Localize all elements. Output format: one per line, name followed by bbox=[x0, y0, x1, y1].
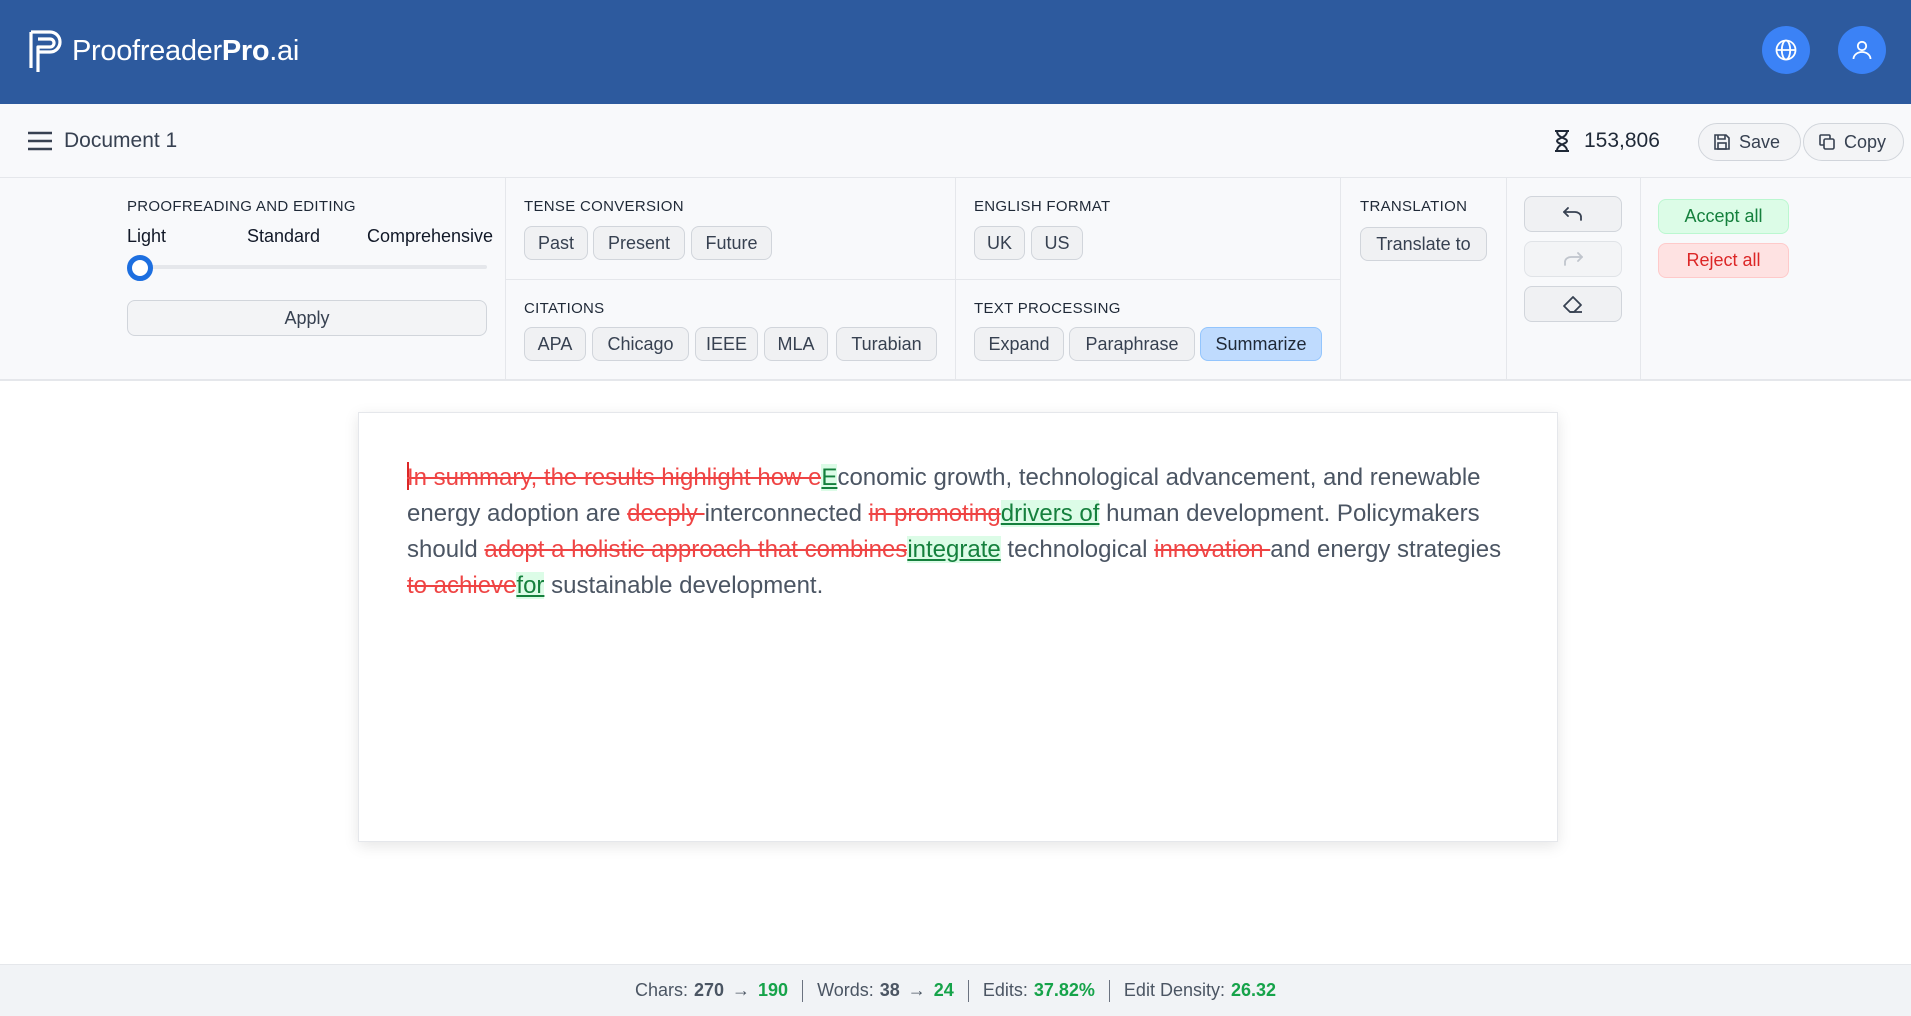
tense-past[interactable]: Past bbox=[524, 226, 588, 260]
account-button[interactable] bbox=[1838, 26, 1886, 74]
divider bbox=[506, 279, 1340, 280]
divider bbox=[1340, 178, 1341, 381]
document-editor[interactable]: In summary, the results highlight how eE… bbox=[407, 460, 1507, 604]
copy-button[interactable]: Copy bbox=[1803, 123, 1904, 161]
undo-button[interactable] bbox=[1524, 196, 1622, 232]
tense-present[interactable]: Present bbox=[593, 226, 685, 260]
apply-button[interactable]: Apply bbox=[127, 300, 487, 336]
insertion[interactable]: integrate bbox=[907, 536, 1001, 563]
redo-icon bbox=[1564, 252, 1583, 266]
user-icon bbox=[1852, 40, 1872, 60]
edits-stat: Edits: 37.82% bbox=[982, 980, 1095, 1000]
credits-value: 153,806 bbox=[1584, 129, 1660, 152]
document-title[interactable]: Document 1 bbox=[64, 129, 177, 153]
citation-mla[interactable]: MLA bbox=[764, 327, 828, 361]
logo[interactable]: ProofreaderPro.ai bbox=[28, 28, 299, 74]
credits-counter: 153,806 bbox=[1554, 129, 1660, 153]
top-header: ProofreaderPro.ai bbox=[0, 0, 1911, 104]
insertion[interactable]: drivers of bbox=[1000, 500, 1100, 527]
tense-future[interactable]: Future bbox=[691, 226, 772, 260]
globe-icon bbox=[1775, 39, 1797, 61]
level-slider-track[interactable] bbox=[140, 265, 487, 269]
level-standard[interactable]: Standard bbox=[247, 226, 320, 247]
insertion[interactable]: for bbox=[516, 572, 545, 599]
brand-name: ProofreaderPro.ai bbox=[72, 34, 300, 67]
hourglass-icon bbox=[1555, 130, 1569, 152]
save-icon bbox=[1714, 134, 1730, 150]
translation-title: TRANSLATION bbox=[1360, 198, 1468, 215]
citations-title: CITATIONS bbox=[524, 300, 605, 317]
processing-summarize[interactable]: Summarize bbox=[1200, 327, 1322, 361]
eraser-icon bbox=[1563, 296, 1582, 313]
proofreading-title: PROOFREADING AND EDITING bbox=[127, 198, 356, 215]
deletion[interactable]: to achieve bbox=[407, 572, 516, 599]
processing-expand[interactable]: Expand bbox=[974, 327, 1064, 361]
language-button[interactable] bbox=[1762, 26, 1810, 74]
accept-all-button[interactable]: Accept all bbox=[1658, 199, 1789, 234]
citation-apa[interactable]: APA bbox=[524, 327, 586, 361]
arrow-right-icon: → bbox=[732, 980, 751, 1000]
translate-to-button[interactable]: Translate to bbox=[1360, 227, 1487, 261]
text-processing-title: TEXT PROCESSING bbox=[974, 300, 1121, 317]
level-light[interactable]: Light bbox=[127, 226, 166, 247]
document-card: In summary, the results highlight how eE… bbox=[358, 412, 1558, 842]
reject-all-button[interactable]: Reject all bbox=[1658, 243, 1789, 278]
clear-button[interactable] bbox=[1524, 286, 1622, 322]
deletion[interactable]: In summary, the results highlight how e bbox=[407, 464, 821, 491]
level-comprehensive[interactable]: Comprehensive bbox=[367, 226, 493, 247]
edit-density-stat: Edit Density: 26.32 bbox=[1123, 980, 1277, 1000]
citation-turabian[interactable]: Turabian bbox=[836, 327, 937, 361]
status-bar: Chars: 270 → 190 Words: 38 → 24 Edits: 3… bbox=[0, 964, 1911, 1016]
chars-stat: Chars: 270 → 190 bbox=[634, 980, 789, 1000]
deletion[interactable]: adopt a holistic approach that combines bbox=[484, 536, 907, 563]
text-segment: interconnected bbox=[704, 500, 869, 527]
save-button[interactable]: Save bbox=[1698, 123, 1801, 161]
deletion[interactable]: in promoting bbox=[869, 500, 1001, 527]
format-us[interactable]: US bbox=[1031, 226, 1083, 260]
undo-icon bbox=[1563, 207, 1582, 221]
words-stat: Words: 38 → 24 bbox=[817, 980, 954, 1000]
citation-chicago[interactable]: Chicago bbox=[592, 327, 689, 361]
arrow-right-icon: → bbox=[907, 980, 926, 1000]
processing-paraphrase[interactable]: Paraphrase bbox=[1069, 327, 1195, 361]
text-segment: and energy strategies bbox=[1270, 536, 1502, 563]
insertion[interactable]: E bbox=[821, 464, 838, 491]
document-toolbar: Document 1 153,806 Save Copy bbox=[0, 104, 1911, 178]
english-format-title: ENGLISH FORMAT bbox=[974, 198, 1111, 215]
deletion[interactable]: innovation bbox=[1154, 536, 1270, 563]
level-slider-thumb[interactable] bbox=[127, 255, 153, 281]
format-uk[interactable]: UK bbox=[974, 226, 1025, 260]
text-segment: technological bbox=[1000, 536, 1155, 563]
citation-ieee[interactable]: IEEE bbox=[695, 327, 758, 361]
divider bbox=[1506, 178, 1507, 381]
tense-title: TENSE CONVERSION bbox=[524, 198, 684, 215]
deletion[interactable]: deeply bbox=[627, 500, 704, 527]
copy-icon bbox=[1819, 134, 1835, 150]
logo-icon bbox=[29, 30, 62, 72]
redo-button[interactable] bbox=[1524, 241, 1622, 277]
divider bbox=[1640, 178, 1641, 381]
menu-icon[interactable] bbox=[28, 131, 52, 151]
text-segment: sustainable development. bbox=[544, 572, 824, 599]
